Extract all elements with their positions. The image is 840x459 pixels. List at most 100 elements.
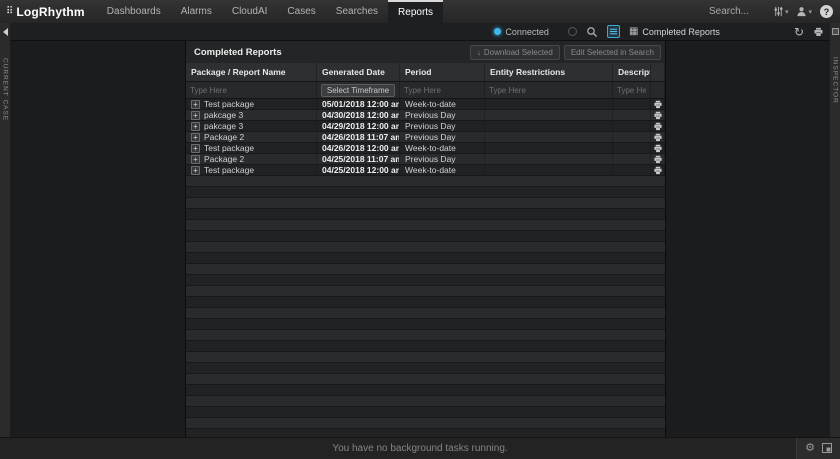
logrhythm-logo[interactable]: ⠿ LogRhythm (0, 0, 97, 23)
empty-table-row (186, 374, 665, 385)
empty-table-row (186, 396, 665, 407)
nav-item-cases[interactable]: Cases (277, 0, 325, 23)
filter-entity-input[interactable] (489, 86, 608, 95)
report-print-icon[interactable] (651, 154, 665, 164)
table-header-row: Package / Report Name Generated Date Per… (186, 63, 665, 82)
empty-table-row (186, 429, 665, 437)
current-case-panel-tab[interactable]: CURRENT CASE (0, 23, 10, 437)
nav-item-searches[interactable]: Searches (326, 0, 388, 23)
filter-period-cell (400, 82, 485, 98)
report-name-cell: + Package 2 (186, 154, 317, 164)
report-print-icon[interactable] (651, 110, 665, 120)
column-header-actions (651, 63, 665, 81)
report-period: Previous Day (400, 110, 485, 120)
report-date: 04/26/2018 12:00 am (317, 143, 400, 153)
nav-item-cloudai[interactable]: CloudAI (222, 0, 278, 23)
refresh-icon[interactable]: ↻ (794, 26, 804, 38)
column-header-name[interactable]: Package / Report Name (186, 63, 317, 81)
tasks-panel-icon[interactable] (822, 440, 832, 458)
empty-table-row (186, 407, 665, 418)
expand-row-icon[interactable]: + (191, 155, 200, 164)
report-name: Test package (204, 143, 254, 153)
report-print-icon[interactable] (651, 132, 665, 142)
filter-description-input[interactable] (617, 86, 646, 95)
expand-row-icon[interactable]: + (191, 166, 200, 175)
table-row[interactable]: + Test package 04/26/2018 12:00 am Week-… (186, 143, 665, 154)
empty-table-row (186, 209, 665, 220)
report-description (613, 99, 651, 109)
report-print-icon[interactable] (651, 99, 665, 109)
report-period: Previous Day (400, 154, 485, 164)
logo-dots-icon: ⠿ (6, 7, 13, 17)
report-description (613, 132, 651, 142)
report-description (613, 154, 651, 164)
completed-reports-view-tab[interactable]: ▦ Completed Reports (629, 27, 720, 37)
filter-name-cell (186, 82, 317, 98)
center-column: Connected ▦ Completed Reports ↻ (10, 23, 830, 437)
empty-table-row (186, 198, 665, 209)
search-view-icon[interactable] (586, 26, 598, 38)
table-row[interactable]: + Package 2 04/25/2018 11:07 am Previous… (186, 154, 665, 165)
expand-row-icon[interactable]: + (191, 111, 200, 120)
select-timeframe-button[interactable]: Select Timeframe (321, 84, 395, 97)
expand-row-icon[interactable]: + (191, 122, 200, 131)
empty-table-row (186, 385, 665, 396)
panel-header: Completed Reports ↓ Download Selected Ed… (186, 41, 665, 63)
nav-item-alarms[interactable]: Alarms (171, 0, 222, 23)
column-header-date[interactable]: Generated Date (317, 63, 400, 81)
filter-period-input[interactable] (404, 86, 480, 95)
table-row[interactable]: + pakcage 3 04/30/2018 12:00 am Previous… (186, 110, 665, 121)
user-caret-icon: ▾ (808, 8, 812, 16)
empty-table-row (186, 319, 665, 330)
report-entity (485, 99, 613, 109)
nav-item-reports[interactable]: Reports (388, 0, 443, 23)
sliders-icon[interactable]: ▾ (773, 6, 789, 17)
gear-icon[interactable]: ⚙ (805, 443, 815, 454)
reports-view-icon[interactable] (607, 25, 620, 38)
search-input[interactable] (709, 6, 765, 17)
column-header-description[interactable]: Description (613, 63, 651, 81)
edit-selected-button[interactable]: Edit Selected in Search (564, 45, 661, 60)
report-print-icon[interactable] (651, 143, 665, 153)
current-case-label: CURRENT CASE (2, 58, 9, 121)
background-tasks-message: You have no background tasks running. (332, 443, 507, 454)
report-date: 04/25/2018 12:00 am (317, 165, 400, 175)
top-nav: ⠿ LogRhythm Dashboards Alarms CloudAI Ca… (0, 0, 840, 23)
table-row[interactable]: + Package 2 04/26/2018 11:07 am Previous… (186, 132, 665, 143)
filter-actions-cell (651, 82, 665, 98)
collapse-left-icon (3, 28, 8, 36)
empty-table-row (186, 176, 665, 187)
report-name: Test package (204, 99, 254, 109)
inspector-panel-tab[interactable]: INSPECTOR (830, 23, 840, 437)
table-row[interactable]: + Test package 04/25/2018 12:00 am Week-… (186, 165, 665, 176)
report-entity (485, 110, 613, 120)
download-selected-button[interactable]: ↓ Download Selected (470, 45, 560, 60)
report-name-cell: + pakcage 3 (186, 121, 317, 131)
column-header-period[interactable]: Period (400, 63, 485, 81)
report-rows: + Test package 05/01/2018 12:00 am Week-… (186, 99, 665, 437)
report-print-icon[interactable] (651, 165, 665, 175)
nav-right-group: ▾ ▾ ? (709, 0, 840, 23)
empty-table-row (186, 308, 665, 319)
empty-table-row (186, 330, 665, 341)
status-ring-icon[interactable] (568, 27, 577, 36)
expand-row-icon[interactable]: + (191, 100, 200, 109)
filter-name-input[interactable] (190, 86, 312, 95)
nav-item-dashboards[interactable]: Dashboards (97, 0, 171, 23)
report-name: Package 2 (204, 154, 244, 164)
empty-table-row (186, 352, 665, 363)
expand-row-icon[interactable]: + (191, 144, 200, 153)
expand-row-icon[interactable]: + (191, 133, 200, 142)
main-content: Completed Reports ↓ Download Selected Ed… (10, 41, 830, 437)
table-row[interactable]: + Test package 05/01/2018 12:00 am Week-… (186, 99, 665, 110)
connected-label: Connected (505, 27, 549, 37)
help-icon[interactable]: ? (820, 5, 833, 18)
report-print-icon[interactable] (651, 121, 665, 131)
filter-date-cell: Select Timeframe (317, 82, 400, 98)
user-menu-icon[interactable]: ▾ (796, 6, 812, 17)
column-header-entity[interactable]: Entity Restrictions (485, 63, 613, 81)
report-period: Previous Day (400, 132, 485, 142)
print-icon[interactable] (813, 27, 824, 37)
report-date: 04/26/2018 11:07 am (317, 132, 400, 142)
table-row[interactable]: + pakcage 3 04/29/2018 12:00 am Previous… (186, 121, 665, 132)
